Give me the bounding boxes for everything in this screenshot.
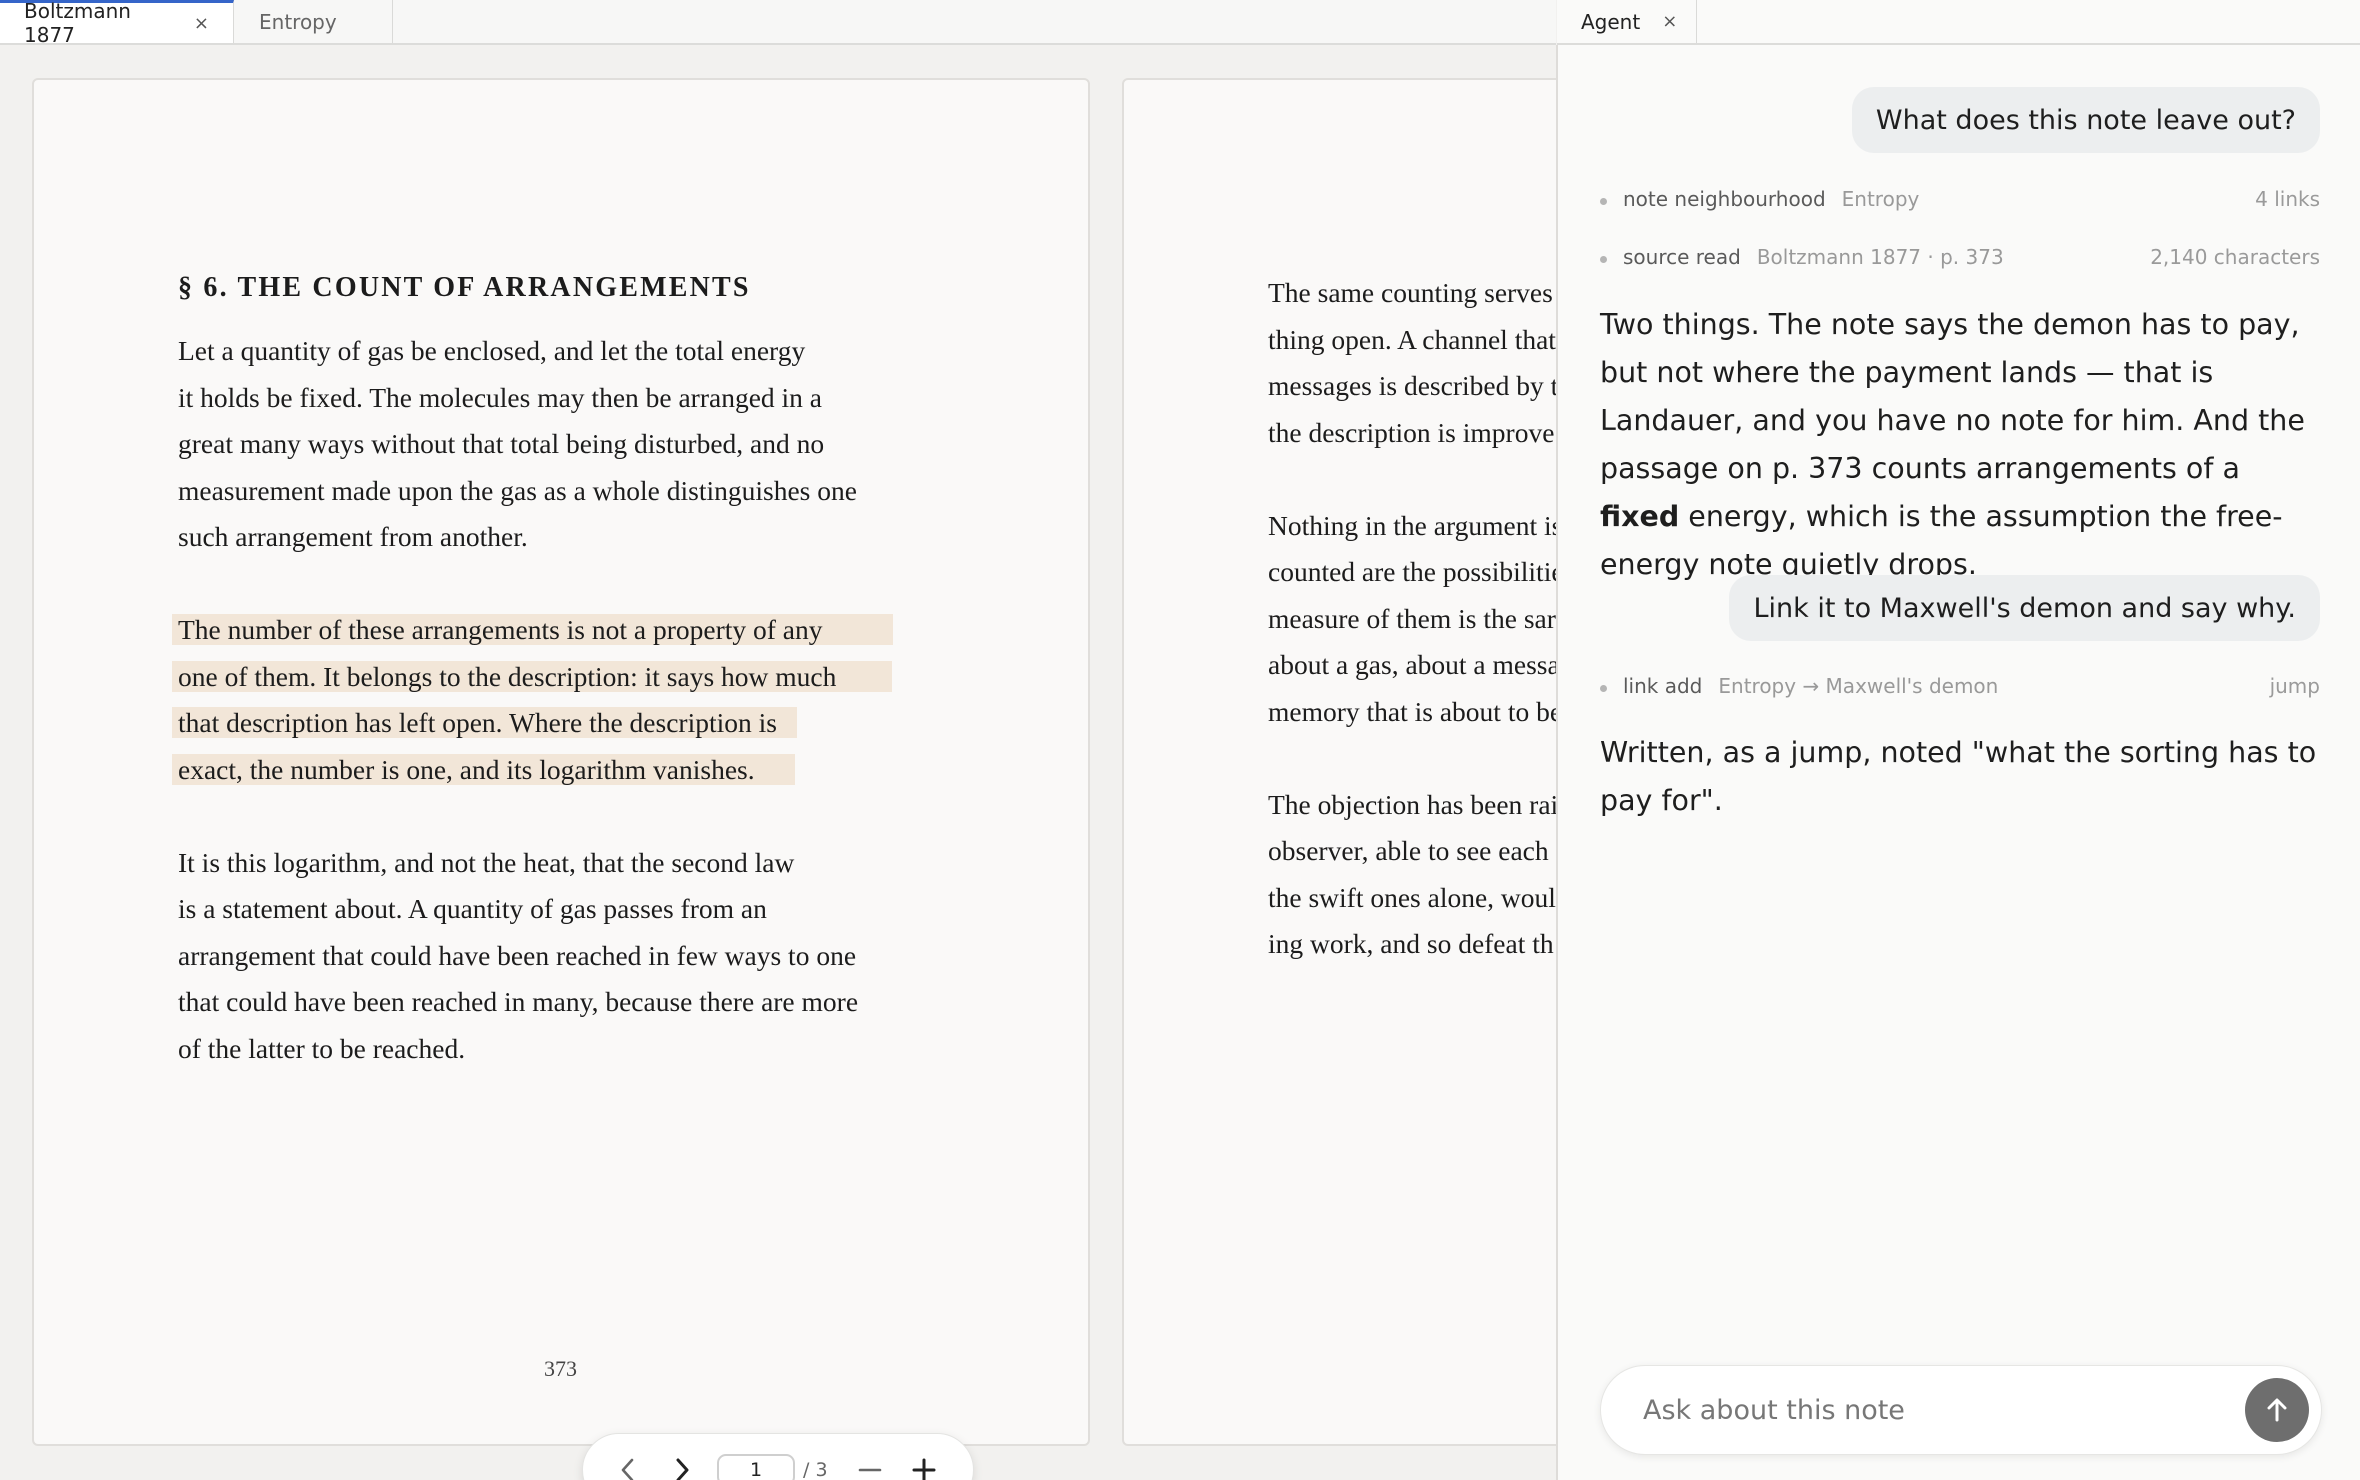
agent-reply: Two things. The note says the demon has …	[1600, 301, 2320, 589]
text-line: memory that is about to be	[1268, 695, 1556, 727]
user-message: Link it to Maxwell's demon and say why.	[1729, 575, 2320, 641]
text-line: of the latter to be reached.	[178, 1032, 466, 1064]
paragraph: Nothing in the argument is counted are t…	[1268, 503, 1556, 736]
text-line: the swift ones alone, woul	[1268, 881, 1556, 913]
text-line: observer, able to see each	[1268, 835, 1549, 866]
page-number: 373	[544, 1356, 577, 1381]
tool-call-row[interactable]: link add Entropy → Maxwell's demon jump	[1600, 671, 2320, 701]
text-line: great many ways without that total being…	[178, 428, 825, 459]
plus-icon	[912, 1458, 936, 1480]
document-reader[interactable]: § 6. THE COUNT OF ARRANGEMENTS Let a qua…	[0, 45, 1556, 1480]
page-number-input[interactable]	[717, 1454, 795, 1480]
text-line: Nothing in the argument is	[1268, 509, 1556, 541]
highlighted-text[interactable]: that description has left open. Where th…	[172, 707, 797, 738]
text-line: messages is described by t	[1268, 370, 1556, 401]
tab-agent[interactable]: Agent ×	[1557, 0, 1697, 43]
user-message: What does this note leave out?	[1851, 87, 2320, 153]
highlighted-text[interactable]: one of them. It belongs to the descripti…	[172, 660, 893, 692]
text-line: The objection has been rai	[1268, 788, 1556, 820]
paragraph: The objection has been rai observer, abl…	[1268, 782, 1556, 968]
document-tab-bar: Boltzmann 1877 × Entropy	[0, 0, 1556, 47]
text-line: is a statement about. A quantity of gas …	[178, 893, 767, 924]
reply-text: energy, which is the assumption the free…	[1600, 500, 2283, 581]
ask-box	[1600, 1365, 2322, 1455]
tab-label: Boltzmann 1877	[24, 0, 131, 47]
agent-tab-bar: Agent ×	[1557, 0, 2360, 45]
tool-detail: Boltzmann 1877 · p. 373	[1756, 245, 2004, 269]
tab-boltzmann-1877[interactable]: Boltzmann 1877 ×	[0, 0, 234, 47]
send-button[interactable]	[2245, 1378, 2309, 1442]
tool-meta: jump	[2269, 674, 2320, 698]
tool-name: source read	[1623, 245, 1741, 269]
text-line: arrangement that could have been reached…	[178, 939, 857, 971]
ask-input[interactable]	[1641, 1393, 2245, 1427]
text-line: counted are the possibilitie	[1268, 556, 1556, 587]
chevron-right-icon	[676, 1458, 689, 1480]
tool-meta: 4 links	[2255, 187, 2320, 211]
bullet-icon	[1600, 197, 1607, 205]
next-page-button[interactable]	[655, 1443, 709, 1480]
previous-page-button[interactable]	[601, 1443, 655, 1480]
text-line: measure of them is the sar	[1268, 602, 1556, 634]
bullet-icon	[1600, 684, 1607, 692]
reply-text: Two things. The note says the demon has …	[1600, 308, 2305, 485]
agent-panel: What does this note leave out? note neig…	[1556, 45, 2360, 1480]
page-navigation: / 3	[582, 1433, 974, 1480]
page-body: Let a quantity of gas be enclosed, and l…	[172, 270, 938, 1119]
text-line: Let a quantity of gas be enclosed, and l…	[178, 335, 806, 366]
paragraph: Let a quantity of gas be enclosed, and l…	[178, 328, 938, 561]
text-line: about a gas, about a messa	[1268, 649, 1556, 680]
tab-label: Agent	[1581, 9, 1641, 34]
text-line: the description is improve	[1268, 416, 1555, 448]
tool-name: note neighbourhood	[1623, 187, 1826, 211]
chevron-left-icon	[621, 1458, 634, 1480]
close-icon[interactable]: ×	[194, 13, 209, 34]
tool-call-row[interactable]: note neighbourhood Entropy 4 links	[1600, 184, 2320, 214]
zoom-in-button[interactable]	[897, 1443, 951, 1480]
tab-entropy[interactable]: Entropy	[234, 0, 393, 43]
tool-name: link add	[1623, 674, 1703, 698]
text-line: The same counting serves	[1268, 277, 1553, 308]
text-line: thing open. A channel that	[1268, 323, 1556, 355]
text-line: it holds be fixed. The molecules may the…	[178, 381, 823, 413]
text-line: such arrangement from another.	[178, 521, 528, 552]
tool-detail: Entropy	[1841, 187, 1920, 211]
text-line: that could have been reached in many, be…	[178, 986, 859, 1017]
paragraph: The same counting serves thing open. A c…	[1268, 270, 1556, 456]
page-body: The same counting serves thing open. A c…	[1268, 270, 1556, 1014]
text-line: It is this logarithm, and not the heat, …	[178, 846, 795, 878]
text-line: ing work, and so defeat th	[1268, 928, 1554, 959]
tab-label: Entropy	[259, 9, 337, 34]
agent-reply: Written, as a jump, noted "what the sort…	[1600, 736, 2317, 817]
bullet-icon	[1600, 255, 1607, 263]
arrow-up-icon	[2267, 1398, 2287, 1422]
tool-detail: Entropy → Maxwell's demon	[1718, 674, 1999, 698]
tool-call-row[interactable]: source read Boltzmann 1877 · p. 373 2,14…	[1600, 242, 2320, 272]
highlighted-paragraph[interactable]: The number of these arrangements is not …	[172, 607, 938, 793]
page-total: / 3	[803, 1459, 828, 1480]
highlighted-text[interactable]: exact, the number is one, and its logari…	[172, 753, 795, 785]
text-line: measurement made upon the gas as a whole…	[178, 474, 857, 506]
minus-icon	[858, 1468, 882, 1472]
page-374: The same counting serves thing open. A c…	[1122, 78, 1556, 1446]
reply-bold-text: fixed	[1600, 500, 1680, 533]
zoom-out-button[interactable]	[843, 1443, 897, 1480]
highlighted-text[interactable]: The number of these arrangements is not …	[172, 614, 893, 645]
paragraph: It is this logarithm, and not the heat, …	[178, 840, 938, 1073]
page-373: § 6. THE COUNT OF ARRANGEMENTS Let a qua…	[32, 78, 1090, 1446]
close-icon[interactable]: ×	[1662, 11, 1677, 32]
tool-meta: 2,140 characters	[2150, 245, 2320, 269]
